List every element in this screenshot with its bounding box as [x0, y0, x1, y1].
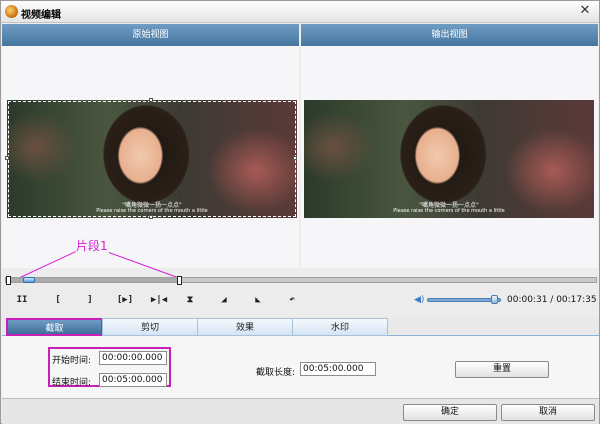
tab-effects[interactable]: 效果: [197, 318, 293, 336]
crop-handle-top[interactable]: [149, 98, 153, 102]
segment-end-marker[interactable]: [177, 276, 182, 285]
cancel-button[interactable]: 取消: [501, 404, 595, 421]
undo-icon[interactable]: ↶: [285, 294, 299, 306]
output-view-header: 输出视图: [301, 24, 598, 46]
frame-step-icon[interactable]: ▶|◀: [149, 294, 169, 306]
subtitle-english: Please raise the corners of the mouth a …: [96, 208, 208, 214]
pause-icon[interactable]: II: [15, 294, 29, 306]
crop-handle-left[interactable]: [5, 156, 9, 160]
playhead-thumb[interactable]: [23, 277, 35, 283]
tab-cut[interactable]: 剪切: [102, 318, 198, 336]
segment-label: 片段1: [76, 239, 108, 253]
volume-slider[interactable]: [427, 298, 501, 302]
tab-capture[interactable]: 截取: [6, 318, 103, 336]
ramp-out-icon[interactable]: ◣: [251, 294, 265, 306]
crop-handle-bottom[interactable]: [149, 215, 153, 219]
start-time-label: 开始时间:: [52, 356, 92, 366]
start-time-field[interactable]: 00:00:00.000: [99, 351, 167, 365]
original-video-frame[interactable]: "嘴角微微一扬一点点" Please raise the corners of …: [7, 100, 297, 218]
output-video-frame: "嘴角微微一扬一点点" Please raise the corners of …: [304, 100, 594, 218]
title-bar[interactable]: 视频编辑 ✕: [1, 1, 599, 23]
speaker-icon[interactable]: ◀): [414, 295, 424, 305]
mark-in-icon[interactable]: [: [51, 294, 65, 306]
play-selection-icon[interactable]: [▶]: [115, 294, 135, 306]
clip-length-field[interactable]: 00:05:00.000: [300, 362, 376, 376]
time-separator: /: [547, 295, 557, 305]
tab-watermark[interactable]: 水印: [292, 318, 388, 336]
cut-marker-icon[interactable]: ⧗: [183, 294, 197, 306]
crop-handle-right[interactable]: [293, 156, 297, 160]
segment-start-marker[interactable]: [6, 276, 11, 285]
clip-length-label: 截取长度:: [256, 368, 296, 378]
total-time: 00:17:35: [556, 295, 597, 305]
end-time-field[interactable]: 00:05:00.000: [99, 373, 167, 387]
time-display: 00:00:31 / 00:17:35: [507, 295, 597, 305]
window-title: 视频编辑: [21, 10, 61, 21]
close-icon[interactable]: ✕: [577, 3, 593, 19]
original-view-header: 原始视图: [2, 24, 299, 46]
reset-button[interactable]: 重置: [455, 361, 549, 378]
mark-out-icon[interactable]: ]: [83, 294, 97, 306]
volume-thumb[interactable]: [491, 295, 498, 304]
current-time: 00:00:31: [507, 295, 548, 305]
subtitle-english: Please raise the corners of the mouth a …: [393, 208, 505, 214]
video-edit-window: 视频编辑 ✕ 原始视图 输出视图 "嘴角微微一扬一点点" Please rais…: [0, 0, 600, 424]
ok-button[interactable]: 确定: [403, 404, 497, 421]
ramp-in-icon[interactable]: ◢: [217, 294, 231, 306]
app-logo-icon: [5, 5, 18, 18]
end-time-label: 结束时间:: [52, 378, 92, 388]
